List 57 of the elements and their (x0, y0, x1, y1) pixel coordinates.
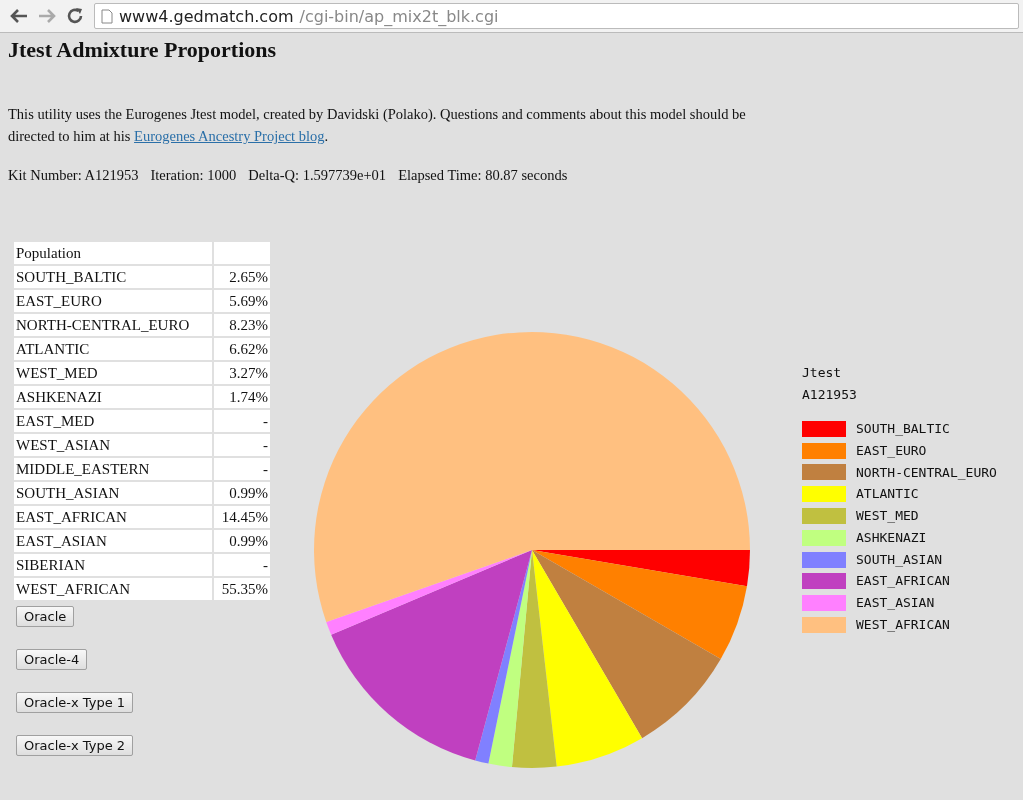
table-cell: 6.62% (214, 338, 270, 360)
legend-label: WEST_AFRICAN (856, 616, 950, 635)
table-cell: ASHKENAZI (14, 386, 212, 408)
intro-paragraph: This utility uses the Eurogenes Jtest model, created by Davidski (Polako). Questions and comments about this model should be directed to him at his Eurogenes Ancestry Project blog. (8, 105, 747, 146)
address-bar[interactable]: www4.gedmatch.com /cgi-bin/ap_mix2t_blk.cgi (94, 3, 1019, 29)
table-cell: EAST_ASIAN (14, 530, 212, 552)
table-cell: 8.23% (214, 314, 270, 336)
oracle-button[interactable]: Oracle-x Type 1 (16, 692, 134, 713)
table-cell: WEST_AFRICAN (14, 578, 212, 600)
legend-label: SOUTH_BALTIC (856, 419, 950, 438)
oracle-button[interactable]: Oracle-4 (16, 649, 88, 670)
table-cell: WEST_MED (14, 362, 212, 384)
table-cell: ATLANTIC (14, 338, 212, 360)
blog-link[interactable]: Eurogenes Ancestry Project blog (134, 128, 325, 144)
table-cell: 14.45% (214, 506, 270, 528)
legend-label: NORTH-CENTRAL_EURO (856, 463, 997, 482)
legend-label: ATLANTIC (856, 485, 919, 504)
oracle-button[interactable]: Oracle (16, 606, 75, 627)
run-info-text: Kit Number: A121953 (8, 167, 139, 184)
table-cell: 2.65% (214, 266, 270, 288)
run-info-text: Delta-Q: 1.597739e+01 (248, 167, 387, 184)
table-cell: 0.99% (214, 482, 270, 504)
table-cell: NORTH-CENTRAL_EURO (14, 314, 212, 336)
series-name: A121953 (802, 386, 858, 404)
chart-title: Jtest (802, 364, 843, 382)
table-cell: 55.35% (214, 578, 270, 600)
table-cell: EAST_MED (14, 410, 212, 432)
legend-label: WEST_MED (856, 507, 919, 526)
legend-label: SOUTH_ASIAN (856, 550, 943, 569)
reload-icon[interactable] (66, 7, 84, 25)
table-cell: 3.27% (214, 362, 270, 384)
table-cell: - (214, 410, 270, 432)
legend-label: EAST_ASIAN (856, 594, 935, 613)
back-icon[interactable] (10, 9, 28, 23)
table-cell: SOUTH_ASIAN (14, 482, 212, 504)
legend-label: EAST_EURO (856, 441, 927, 460)
table-cell: WEST_ASIAN (14, 434, 212, 456)
column-header: Population (14, 242, 212, 264)
table-cell: 1.74% (214, 386, 270, 408)
table-cell: MIDDLE_EASTERN (14, 458, 212, 480)
table-cell (214, 242, 270, 264)
table-cell: - (214, 554, 270, 576)
table-cell: - (214, 434, 270, 456)
table-cell: EAST_AFRICAN (14, 506, 212, 528)
table-cell: 0.99% (214, 530, 270, 552)
table-cell: SIBERIAN (14, 554, 212, 576)
run-info-text: Iteration: 1000 (150, 167, 237, 184)
page-icon (101, 8, 113, 24)
table-cell: EAST_EURO (14, 290, 212, 312)
table-cell: 5.69% (214, 290, 270, 312)
table-cell: - (214, 458, 270, 480)
legend-label: EAST_AFRICAN (856, 572, 950, 591)
run-info-text: Elapsed Time: 80.87 seconds (398, 167, 568, 184)
table-cell: SOUTH_BALTIC (14, 266, 212, 288)
page-title: Jtest Admixture Proportions (8, 37, 278, 63)
oracle-button[interactable]: Oracle-x Type 2 (16, 735, 134, 756)
legend-label: ASHKENAZI (856, 528, 927, 547)
